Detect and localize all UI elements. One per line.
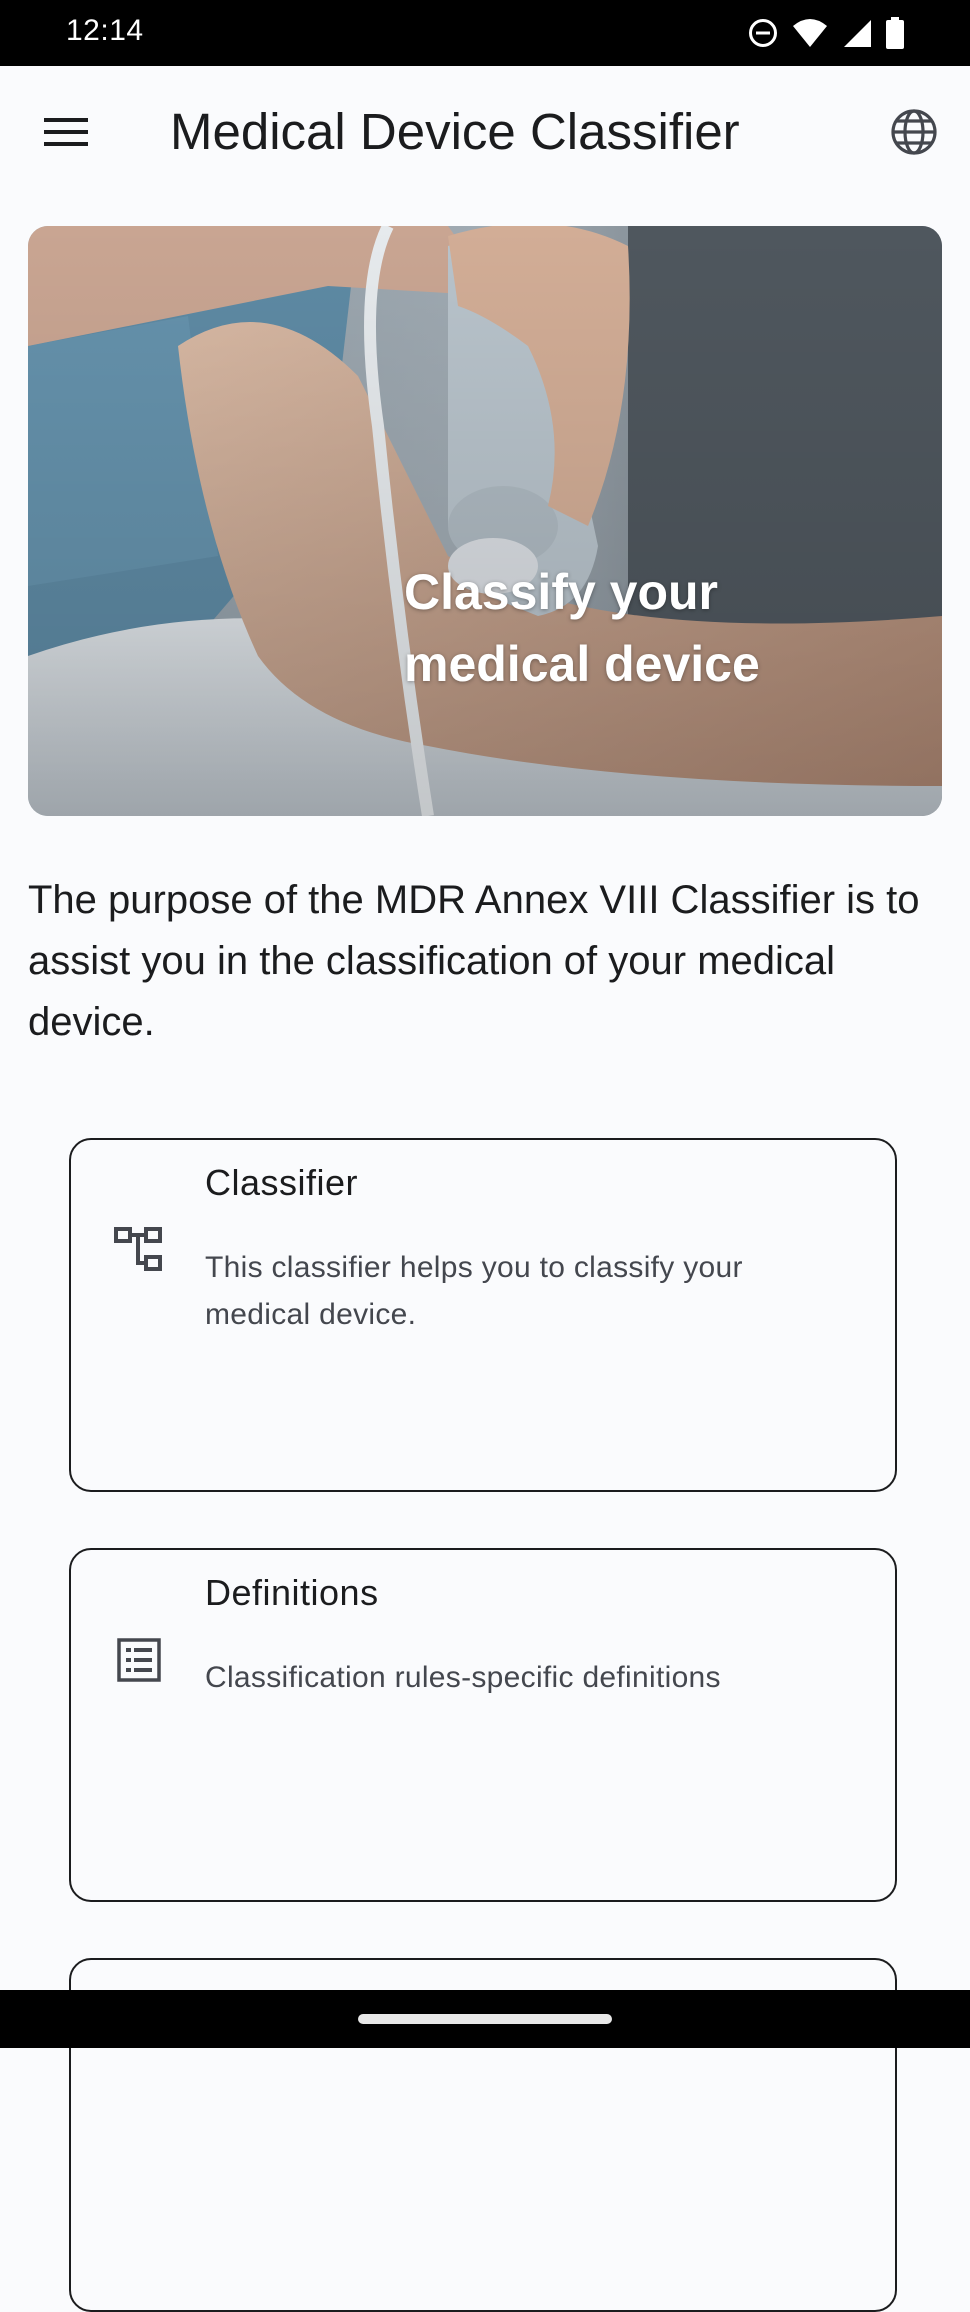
classifier-card[interactable]: Classifier This classifier helps you to …	[69, 1138, 897, 1492]
definitions-card[interactable]: Definitions Classification rules-specifi…	[69, 1548, 897, 1902]
list-icon	[113, 1634, 165, 1686]
menu-icon	[44, 118, 88, 146]
hero-title-line-1: Classify your	[404, 564, 719, 620]
account-tree-icon	[113, 1224, 165, 1276]
globe-icon	[891, 109, 937, 155]
intro-text: The purpose of the MDR Annex VIII Classi…	[28, 878, 920, 1044]
card-description: This classifier helps you to classify yo…	[205, 1251, 743, 1331]
card-description: Classification rules-specific definition…	[205, 1661, 721, 1694]
card-title: Classifier	[205, 1162, 359, 1203]
do-not-disturb-icon	[748, 18, 778, 48]
status-icons	[748, 16, 904, 50]
app-bar: Medical Device Classifier	[0, 66, 970, 198]
hero-image	[28, 226, 942, 816]
menu-button[interactable]	[26, 100, 106, 164]
signal-icon	[842, 18, 872, 48]
status-time: 12:14	[66, 14, 144, 47]
status-bar: 12:14	[0, 0, 970, 66]
home-indicator[interactable]	[358, 2014, 612, 2024]
hero-title: Classify your medical device	[404, 556, 844, 700]
card-title: Definitions	[205, 1572, 379, 1613]
hero-banner: Classify your medical device	[28, 226, 942, 816]
navigation-bar	[0, 1990, 970, 2048]
language-button[interactable]	[876, 100, 952, 164]
battery-icon	[886, 17, 904, 49]
wifi-icon	[792, 18, 828, 48]
hero-title-line-2: medical device	[404, 636, 760, 692]
page-title: Medical Device Classifier	[170, 103, 740, 160]
